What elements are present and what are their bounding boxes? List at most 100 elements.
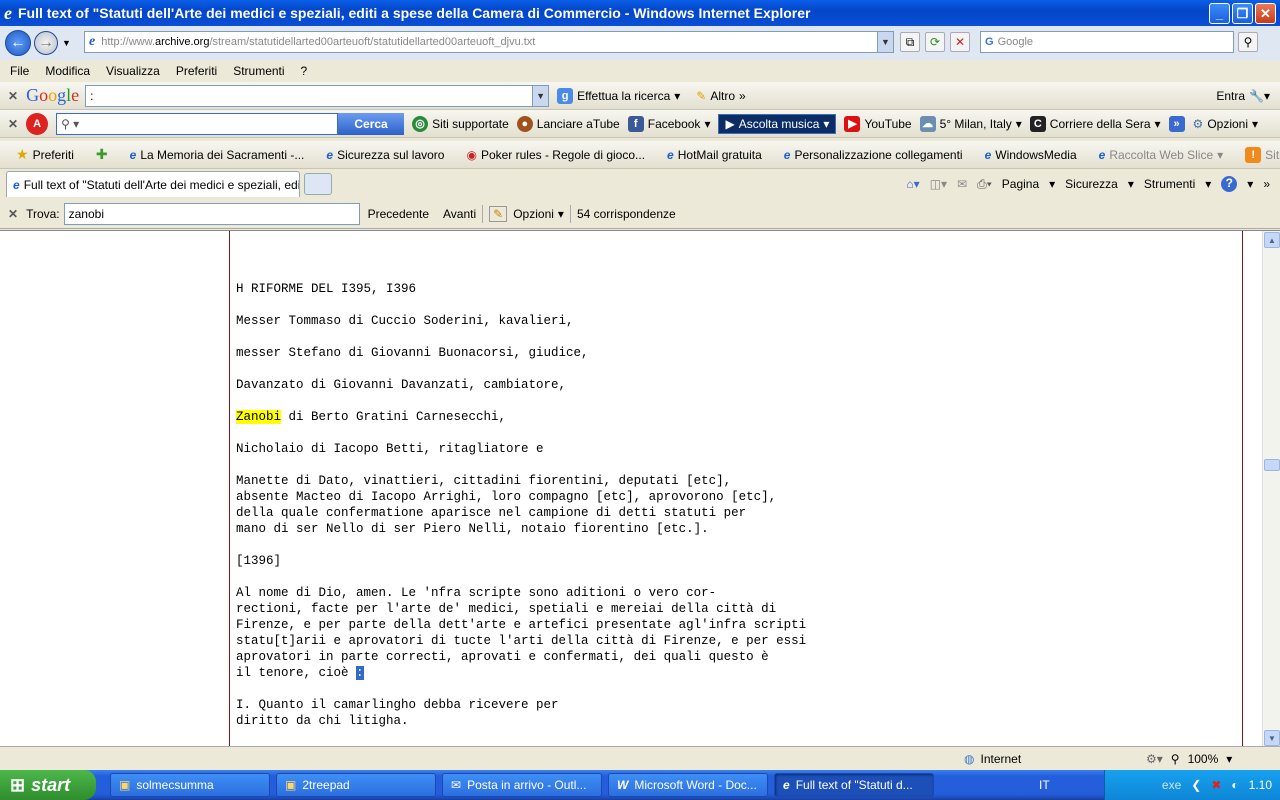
document-line: aprovatori in parte correcti, aprovati e… xyxy=(236,650,769,664)
menu-file[interactable]: File xyxy=(10,64,29,78)
ascolta-musica-button[interactable]: ▶ Ascolta musica ▾ xyxy=(718,113,837,134)
pencil-icon: ✎ xyxy=(696,88,707,103)
menu-strumenti[interactable]: Strumenti xyxy=(233,64,284,78)
fav-item[interactable]: e HotMail gratuita xyxy=(667,148,762,162)
opzioni-toolbar-label: Opzioni xyxy=(1207,116,1248,131)
preferiti-button[interactable]: ★ Preferiti xyxy=(16,146,74,163)
language-indicator[interactable]: IT xyxy=(1039,778,1050,792)
siti-suggeriti-button[interactable]: !Siti suggeriti ▾ xyxy=(1245,146,1280,163)
close-button[interactable]: ✕ xyxy=(1255,3,1276,24)
opzioni-toolbar-button[interactable]: ⚙ Opzioni ▾ xyxy=(1193,117,1258,131)
taskbar-button[interactable]: ▣ solmecsumma xyxy=(110,773,270,797)
forward-button[interactable]: → xyxy=(34,31,58,55)
close-ask-toolbar-icon[interactable]: ✕ xyxy=(8,117,18,131)
tab-current[interactable]: e Full text of "Statuti dell'Arte dei med… xyxy=(6,171,300,197)
sicurezza-menu[interactable]: Sicurezza xyxy=(1065,177,1118,191)
find-next-button[interactable]: Avanti xyxy=(443,207,476,221)
clock: 1.10 xyxy=(1248,778,1272,792)
scroll-down-icon[interactable]: ▼ xyxy=(1264,730,1280,746)
chevron-left-icon[interactable]: ❮ xyxy=(1191,778,1201,792)
ie-icon: e xyxy=(4,2,12,23)
taskbar-button[interactable]: ✉ Posta in arrivo - Outl... xyxy=(442,773,602,797)
tray-speaker-icon[interactable]: ◐ xyxy=(1231,778,1238,792)
url-input[interactable]: e http://www. archive.org/stream/statutid… xyxy=(84,31,894,53)
home-icon[interactable]: ⌂▾ xyxy=(906,177,919,191)
more-commands-icon[interactable]: » xyxy=(1263,177,1270,191)
restore-button[interactable]: ❐ xyxy=(1232,3,1253,24)
entra-button[interactable]: Entra xyxy=(1216,89,1245,103)
wrench-icon[interactable]: 🔧▾ xyxy=(1249,89,1270,103)
print-icon[interactable]: ⎙▾ xyxy=(977,177,992,192)
altro-button[interactable]: ✎ Altro » xyxy=(696,89,745,103)
facebook-button[interactable]: f Facebook ▾ xyxy=(627,115,710,132)
menu-visualizza[interactable]: Visualizza xyxy=(106,64,160,78)
document-line: mano di ser Nello di ser Piero Nelli, no… xyxy=(236,522,709,536)
title-bar: e Full text of "Statuti dell'Arte dei me… xyxy=(0,0,1280,26)
cerca-button[interactable]: Cerca xyxy=(338,112,405,135)
fav-item[interactable]: e WindowsMedia xyxy=(985,148,1077,162)
atube-button[interactable]: ● Lanciare aTube xyxy=(516,115,620,132)
help-icon[interactable]: ? xyxy=(1221,176,1238,192)
vertical-scrollbar[interactable]: ▲ ▼ xyxy=(1262,231,1280,747)
taskbar-button[interactable]: W Microsoft Word - Doc... xyxy=(608,773,768,797)
weather-button[interactable]: ☁ 5° Milan, Italy ▾ xyxy=(919,115,1022,132)
find-input[interactable]: zanobi xyxy=(63,202,360,225)
fav-item[interactable]: e La Memoria dei Sacramenti -... xyxy=(130,148,305,162)
scroll-up-icon[interactable]: ▲ xyxy=(1264,232,1280,248)
stop-icon[interactable]: ✕ xyxy=(950,32,970,52)
start-button[interactable]: ⊞ start xyxy=(0,770,96,800)
compatibility-icon[interactable]: ⧉ xyxy=(900,32,920,52)
close-toolbar-icon[interactable]: ✕ xyxy=(8,89,18,103)
youtube-button[interactable]: ▶ YouTube xyxy=(844,115,912,132)
corriere-button[interactable]: C Corriere della Sera ▾ xyxy=(1029,115,1161,132)
atube-icon: ● xyxy=(516,115,533,132)
menu-preferiti[interactable]: Preferiti xyxy=(176,64,217,78)
menu-help[interactable]: ? xyxy=(301,64,308,78)
rss-icon[interactable]: ◫▾ xyxy=(930,177,947,191)
back-button[interactable]: ← xyxy=(5,30,31,56)
new-tab-button[interactable] xyxy=(304,173,332,195)
scroll-thumb[interactable] xyxy=(1264,459,1280,471)
text-selection: : xyxy=(356,666,364,680)
history-dropdown-icon[interactable]: ▼ xyxy=(62,38,71,48)
taskbar-label: 2treepad xyxy=(302,778,350,792)
refresh-icon[interactable]: ⟳ xyxy=(925,32,945,52)
line-text: di Berto Gratini Carnesecchi, xyxy=(281,410,507,424)
find-options-button[interactable]: Opzioni xyxy=(513,207,554,221)
protected-mode-icon[interactable]: ⚙▾ xyxy=(1146,752,1163,766)
url-dropdown-icon[interactable]: ▼ xyxy=(877,32,893,52)
fav-item[interactable]: e Personalizzazione collegamenti xyxy=(784,148,963,162)
fav-label: La Memoria dei Sacramenti -... xyxy=(140,147,305,162)
close-find-icon[interactable]: ✕ xyxy=(8,207,18,221)
menu-bar: File Modifica Visualizza Preferiti Strum… xyxy=(0,60,1280,82)
taskbar-label: Posta in arrivo - Outl... xyxy=(467,778,587,792)
highlight-icon[interactable]: ✎ xyxy=(489,205,508,222)
fav-item[interactable]: e Sicurezza sul lavoro xyxy=(326,148,444,162)
siti-supportate-button[interactable]: ◎ Siti supportate xyxy=(412,115,509,132)
web-slice-button[interactable]: e Raccolta Web Slice ▾ xyxy=(1099,148,1224,162)
add-favorite-icon[interactable]: ✚ xyxy=(96,146,108,163)
strumenti-menu[interactable]: Strumenti xyxy=(1144,177,1195,191)
mail-icon[interactable]: ✉ xyxy=(957,177,967,191)
favorites-bar: ★ Preferiti ✚ e La Memoria dei Sacramenti … xyxy=(0,141,1280,169)
poker-icon: ◉ xyxy=(466,147,477,162)
find-match-count: 54 corrispondenze xyxy=(576,206,676,221)
fav-item[interactable]: ◉ Poker rules - Regole di gioco... xyxy=(466,148,645,162)
tray-app-icon[interactable]: ✖ xyxy=(1211,778,1221,792)
effettua-ricerca-button[interactable]: g Effettua la ricerca ▾ xyxy=(557,87,680,104)
pagina-menu[interactable]: Pagina xyxy=(1002,177,1039,191)
menu-modifica[interactable]: Modifica xyxy=(45,64,90,78)
search-input[interactable]: G Google xyxy=(980,31,1234,53)
google-toolbar-search-input[interactable]: : ▼ xyxy=(85,84,550,107)
ask-search-input[interactable]: ⚲ ▾ xyxy=(56,112,339,135)
zoom-level[interactable]: 100% xyxy=(1188,752,1219,766)
page-icon: e xyxy=(326,147,334,162)
find-previous-button[interactable]: Precedente xyxy=(368,207,429,221)
search-go-icon[interactable]: ⚲ xyxy=(1238,32,1258,52)
more-toolbar-button[interactable]: » xyxy=(1168,115,1185,132)
google-search-dropdown-icon[interactable]: ▼ xyxy=(532,85,549,106)
taskbar-button[interactable]: ▣ 2treepad xyxy=(276,773,436,797)
minimize-button[interactable]: _ xyxy=(1209,3,1230,24)
taskbar-button-active[interactable]: e Full text of "Statuti d... xyxy=(774,773,934,797)
